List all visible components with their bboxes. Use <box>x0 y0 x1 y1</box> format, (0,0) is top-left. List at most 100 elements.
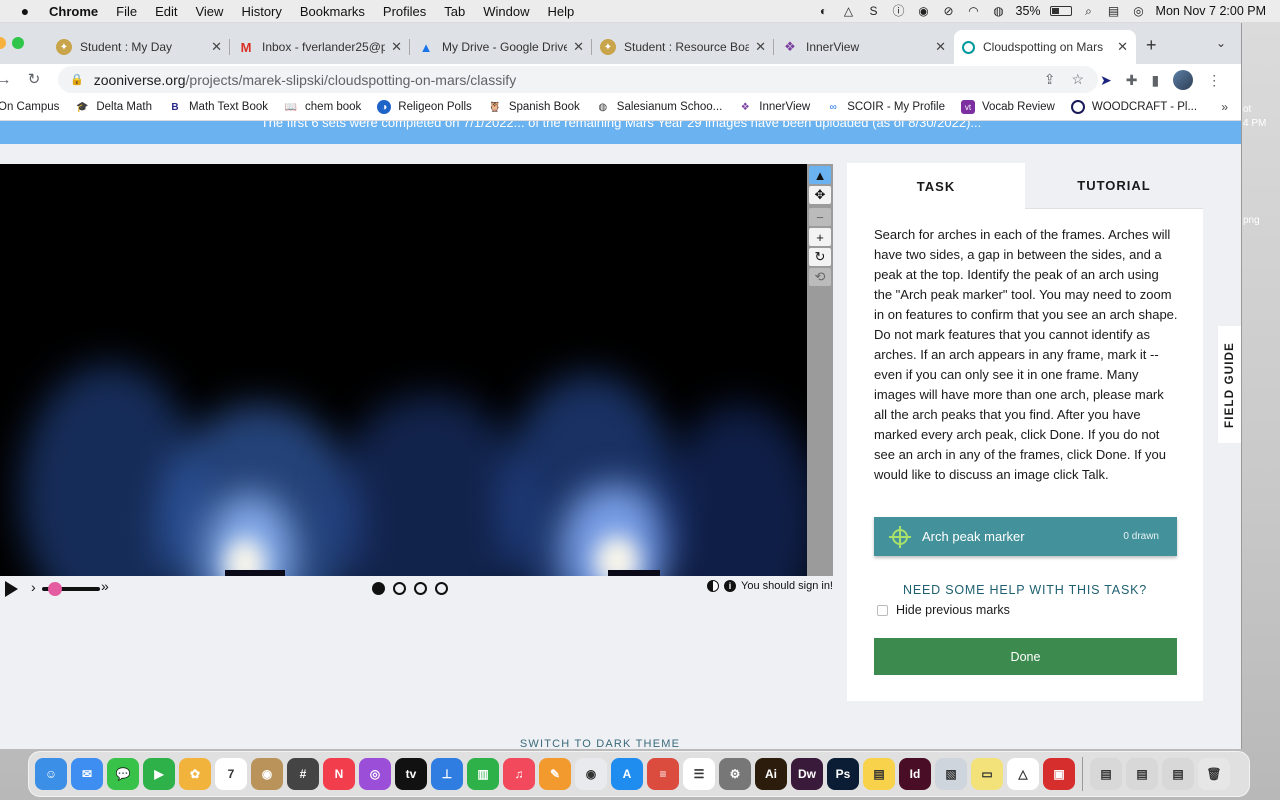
documents-stack-icon[interactable]: ▤ <box>1126 758 1158 790</box>
bookmark-star-icon[interactable]: ☆ <box>1071 71 1084 88</box>
close-tab-icon[interactable]: ✕ <box>573 39 584 55</box>
minimize-button[interactable] <box>0 37 6 49</box>
subject-image-viewer[interactable] <box>0 164 807 576</box>
bookmark-math-text-book[interactable]: B Math Text Book <box>168 100 268 114</box>
forward-icon[interactable]: → <box>0 71 14 88</box>
notifications-muted-icon[interactable]: ⊘ <box>941 4 957 18</box>
illustrator-icon[interactable]: Ai <box>755 758 787 790</box>
tab-student-my-day[interactable]: ✦ Student : My Day ✕ <box>48 30 230 64</box>
drive-sync-icon[interactable]: △ <box>841 4 857 18</box>
indesign-icon[interactable]: Id <box>899 758 931 790</box>
preview-icon[interactable]: ▧ <box>935 758 967 790</box>
apple-menu-icon[interactable]: ● <box>10 3 40 19</box>
menu-window[interactable]: Window <box>474 4 538 19</box>
cursor-extension-icon[interactable]: ➤ <box>1100 72 1112 89</box>
invert-contrast-icon[interactable] <box>707 580 720 592</box>
speed-slider-handle[interactable] <box>48 582 62 596</box>
messages-icon[interactable]: 💬 <box>107 758 139 790</box>
extensions-puzzle-icon[interactable]: ✚ <box>1126 72 1138 89</box>
calculator-icon[interactable]: # <box>287 758 319 790</box>
menu-edit[interactable]: Edit <box>146 4 186 19</box>
chrome-menu-icon[interactable]: ⋮ <box>1207 72 1221 89</box>
stickies-icon[interactable]: ▭ <box>971 758 1003 790</box>
profile-avatar[interactable] <box>1173 70 1194 90</box>
side-panel-icon[interactable]: ▮ <box>1151 72 1159 89</box>
tab-tutorial[interactable]: TUTORIAL <box>1025 163 1203 209</box>
tab-innerview[interactable]: ❖ InnerView ✕ <box>774 30 954 64</box>
close-tab-icon[interactable]: ✕ <box>1117 39 1128 55</box>
zoom-in-icon[interactable]: + <box>809 228 831 246</box>
news-icon[interactable]: N <box>323 758 355 790</box>
tv-icon[interactable]: tv <box>395 758 427 790</box>
bookmark-religeon-polls[interactable]: ◑ Religeon Polls <box>377 100 472 114</box>
share-icon[interactable]: ⇪ <box>1044 71 1056 88</box>
hide-marks-checkbox[interactable] <box>877 604 888 616</box>
dreamweaver-icon[interactable]: Dw <box>791 758 823 790</box>
zoom-out-icon[interactable]: − <box>809 208 831 226</box>
bookmark-salesianum[interactable]: ◍ Salesianum Schoo... <box>596 100 722 114</box>
close-tab-icon[interactable]: ✕ <box>755 39 766 55</box>
frame-3-dot[interactable] <box>414 582 427 595</box>
todoist-icon[interactable]: ≡ <box>647 758 679 790</box>
system-preferences-icon[interactable]: ⚙ <box>719 758 751 790</box>
app-store-icon[interactable]: A <box>611 758 643 790</box>
bookmark-woodcraft[interactable]: WOODCRAFT - Pl... <box>1070 100 1197 114</box>
lock-icon[interactable]: 🔒 <box>70 73 84 86</box>
close-tab-icon[interactable]: ✕ <box>935 39 946 55</box>
user-account-icon[interactable]: ◍ <box>991 4 1007 18</box>
frame-2-dot[interactable] <box>393 582 406 595</box>
siri-icon[interactable]: ◎ <box>1131 4 1147 18</box>
photo-booth-icon[interactable]: ▣ <box>1043 758 1075 790</box>
wifi-icon[interactable]: ◠ <box>966 4 982 18</box>
tab-gmail-inbox[interactable]: M Inbox - fverlander25@pe ✕ <box>230 30 410 64</box>
bookmark-innerview[interactable]: ❖ InnerView <box>738 100 810 114</box>
play-icon[interactable] <box>5 581 18 597</box>
numbers-icon[interactable]: ▥ <box>467 758 499 790</box>
menu-history[interactable]: History <box>232 4 290 19</box>
menu-tab[interactable]: Tab <box>435 4 474 19</box>
battery-icon[interactable] <box>1049 6 1072 16</box>
reset-view-icon[interactable]: ⟲ <box>809 268 831 286</box>
pointer-tool-icon[interactable]: ▲ <box>809 166 831 184</box>
menu-profiles[interactable]: Profiles <box>374 4 435 19</box>
downloads-stack-icon[interactable]: ▤ <box>1090 758 1122 790</box>
facetime-icon[interactable]: ▶ <box>143 758 175 790</box>
reminders-icon[interactable]: ☰ <box>683 758 715 790</box>
desktop-stack-icon[interactable]: ▤ <box>1162 758 1194 790</box>
bookmark-on-campus[interactable]: On Campus <box>0 101 59 113</box>
signin-text[interactable]: You should sign in! <box>741 580 833 592</box>
contacts-icon[interactable]: ◉ <box>251 758 283 790</box>
keynote-icon[interactable]: ⊥ <box>431 758 463 790</box>
rotate-icon[interactable]: ↻ <box>809 248 831 266</box>
task-help-link[interactable]: NEED SOME HELP WITH THIS TASK? <box>847 583 1203 597</box>
bookmark-spanish-book[interactable]: 🦉 Spanish Book <box>488 100 580 114</box>
spotlight-search-icon[interactable]: ⌕ <box>1081 4 1097 18</box>
airdrop-icon[interactable]: ◉ <box>916 4 932 18</box>
podcasts-icon[interactable]: ◎ <box>359 758 391 790</box>
tab-task[interactable]: TASK <box>847 163 1025 209</box>
new-tab-icon[interactable]: + <box>1146 35 1157 56</box>
faster-icon[interactable]: » <box>101 578 109 594</box>
photos-icon[interactable]: ✿ <box>179 758 211 790</box>
hide-previous-marks[interactable]: Hide previous marks <box>877 603 1010 617</box>
menu-help[interactable]: Help <box>539 4 584 19</box>
trash-icon[interactable]: 🗑 <box>1198 758 1230 790</box>
slower-icon[interactable]: › <box>31 579 36 595</box>
bookmark-chem-book[interactable]: 📖 chem book <box>284 100 362 114</box>
notes-icon[interactable]: ▤ <box>863 758 895 790</box>
tab-resource-board[interactable]: ✦ Student : Resource Board ✕ <box>592 30 774 64</box>
zoom-button[interactable] <box>12 37 24 49</box>
field-guide-tab[interactable]: FIELD GUIDE <box>1218 326 1241 443</box>
reload-icon[interactable]: ↻ <box>24 70 44 88</box>
bookmark-scoir[interactable]: ∞ SCOIR - My Profile <box>826 100 945 114</box>
more-bookmarks-icon[interactable]: » <box>1221 100 1228 114</box>
photoshop-icon[interactable]: Ps <box>827 758 859 790</box>
calendar-icon[interactable]: 7 <box>215 758 247 790</box>
close-tab-icon[interactable]: ✕ <box>391 39 402 55</box>
metadata-info-icon[interactable]: i <box>724 580 737 592</box>
arch-peak-marker-tool[interactable]: Arch peak marker 0 drawn <box>874 517 1177 556</box>
control-center-icon[interactable]: ▤ <box>1106 4 1122 18</box>
chrome-icon[interactable]: ◉ <box>575 758 607 790</box>
creative-cloud-icon[interactable]: ◐ <box>816 4 832 18</box>
music-icon[interactable]: ♫ <box>503 758 535 790</box>
